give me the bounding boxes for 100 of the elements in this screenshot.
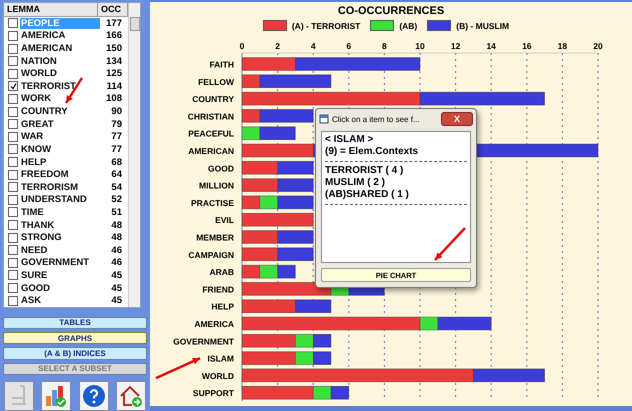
toolbar-button[interactable] — [116, 381, 146, 411]
count-line: MUSLIM ( 2 ) — [325, 177, 386, 189]
axis-tick-label: 12 — [450, 41, 460, 51]
axis-tick-label: 10 — [415, 41, 425, 51]
lemma-item[interactable]: NATION — [20, 56, 100, 67]
category-label: CHRISTIAN — [188, 111, 234, 122]
occurrence-count: 46 — [110, 257, 122, 268]
toolbar-button[interactable] — [41, 381, 72, 411]
checkbox[interactable] — [8, 94, 18, 104]
occurrence-count: 125 — [105, 68, 122, 80]
checkbox[interactable] — [8, 296, 18, 306]
menu-button[interactable]: (A & B) INDICES — [3, 347, 147, 360]
home-icon — [118, 384, 143, 408]
lemma-item[interactable]: ASK — [20, 295, 100, 306]
category-label: PRACTISE — [191, 198, 234, 208]
checkbox[interactable] — [8, 170, 18, 180]
occurrence-count: 45 — [110, 270, 122, 281]
lemma-item[interactable]: WORLD — [20, 68, 100, 80]
bar-segment — [277, 248, 314, 261]
lemma-item[interactable]: COUNTRY — [20, 106, 100, 118]
lemma-item[interactable]: GOVERNMENT — [20, 257, 100, 268]
checkbox[interactable] — [8, 258, 18, 268]
lemma-item[interactable]: WORK — [20, 93, 100, 104]
count-line: TERRORIST ( 4 ) — [325, 165, 404, 177]
checkbox[interactable] — [8, 106, 18, 117]
lemma-item[interactable]: AMERICAN — [20, 43, 100, 54]
bar-segment — [330, 386, 349, 400]
occurrence-count: 134 — [105, 56, 122, 67]
checkbox[interactable] — [8, 194, 18, 205]
category-label: FRIEND — [202, 284, 234, 294]
chart-title: CO-OCCURRENCES — [336, 5, 446, 17]
category-label: COUNTRY — [192, 94, 234, 104]
checkbox[interactable] — [8, 56, 18, 66]
legend-label: (B) - MUSLIM — [456, 20, 510, 30]
occurrence-count: 90 — [110, 106, 122, 118]
checkbox[interactable] — [8, 245, 18, 256]
bar-segment — [242, 196, 260, 210]
lemma-item[interactable]: TERRORIST — [20, 80, 100, 92]
bar-segment — [242, 178, 278, 192]
category-label: HELP — [211, 302, 234, 312]
category-label: WORLD — [202, 370, 234, 381]
axis-tick-label: 0 — [240, 41, 244, 51]
occurrence-count: 108 — [105, 93, 122, 104]
category-label: FELLOW — [198, 76, 234, 87]
lemma-item[interactable]: HELP — [20, 156, 100, 168]
checkbox[interactable] — [8, 232, 18, 243]
checkbox[interactable] — [8, 132, 18, 142]
checkbox[interactable] — [8, 283, 18, 294]
lemma-item[interactable]: UNDERSTAND — [20, 194, 100, 206]
lemma-item[interactable]: SURE — [20, 270, 100, 281]
occurrence-count: 79 — [110, 118, 122, 130]
menu-button[interactable]: TABLES — [3, 316, 147, 329]
lemma-list[interactable] — [3, 2, 141, 308]
lemma-item[interactable]: TERRORISM — [20, 182, 100, 193]
occurrence-count: 77 — [110, 144, 122, 155]
category-label: PEACEFUL — [188, 128, 234, 139]
checkbox[interactable] — [8, 157, 18, 167]
checkbox[interactable] — [8, 81, 18, 92]
lemma-item[interactable]: NEED — [20, 244, 100, 256]
checkbox[interactable] — [8, 18, 18, 28]
category-label: GOOD — [208, 163, 234, 174]
checkbox[interactable] — [8, 68, 18, 79]
occurrence-count: 64 — [110, 169, 122, 180]
lemma-item[interactable]: STRONG — [20, 232, 100, 244]
occurrence-count: 46 — [110, 244, 122, 256]
lemma-item[interactable]: AMERICA — [20, 30, 100, 42]
lemma-item[interactable]: FREEDOM — [20, 169, 100, 180]
lemma-item[interactable]: GOOD — [20, 282, 100, 294]
lemma-item[interactable]: TIME — [20, 206, 100, 218]
menu-button[interactable]: GRAPHS — [3, 332, 147, 344]
checkbox[interactable] — [8, 144, 18, 154]
close-button[interactable]: X — [441, 112, 473, 126]
category-label: AMERICAN — [188, 146, 234, 156]
bar-segment — [242, 161, 278, 174]
occurrence-count: 52 — [110, 194, 122, 206]
bar-segment — [313, 334, 332, 348]
bar-segment — [242, 230, 278, 244]
bar-segment — [277, 178, 314, 192]
lemma-item[interactable]: GREAT — [20, 118, 100, 130]
checkbox[interactable] — [8, 119, 18, 130]
category-label: FAITH — [209, 60, 234, 70]
checkbox[interactable] — [8, 270, 18, 280]
toolbar-button[interactable] — [78, 381, 109, 411]
category-label: EVIL — [215, 215, 234, 226]
checkbox[interactable] — [8, 30, 18, 41]
lemma-item[interactable]: KNOW — [20, 144, 100, 155]
checkbox[interactable] — [8, 207, 18, 218]
dialog-title: Click on a item to see f... — [332, 114, 421, 124]
occurrence-count: 45 — [110, 295, 122, 306]
category-label: GOVERNMENT — [173, 336, 234, 346]
checkbox[interactable] — [8, 220, 18, 230]
column-header[interactable]: LEMMA — [4, 3, 98, 16]
lemma-item[interactable]: WAR — [20, 131, 100, 142]
axis-tick-label: 8 — [382, 41, 387, 51]
bar-segment — [242, 264, 260, 278]
checkbox[interactable] — [8, 182, 18, 192]
lemma-item[interactable]: THANK — [20, 220, 100, 231]
scrollbar[interactable] — [128, 3, 140, 307]
axis-tick-label: 18 — [558, 41, 568, 51]
checkbox[interactable] — [8, 44, 18, 54]
